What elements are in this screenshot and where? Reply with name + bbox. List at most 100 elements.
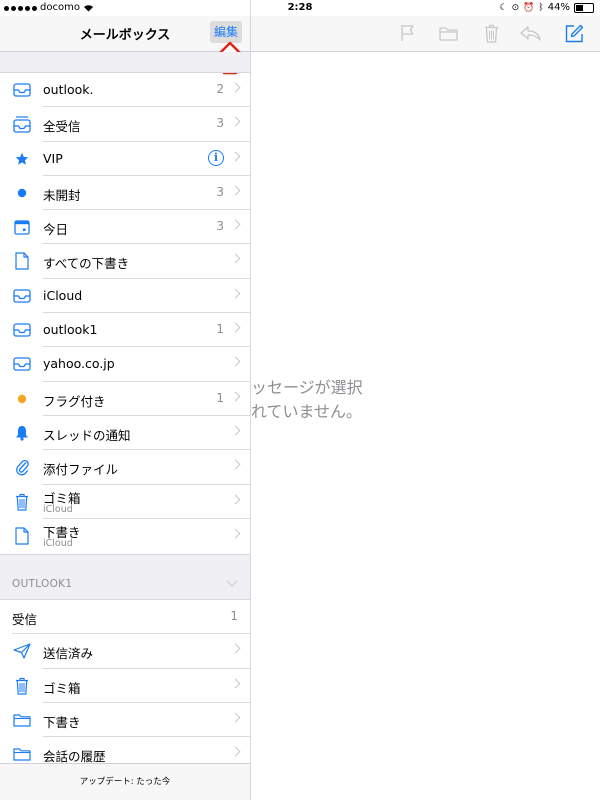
- mailbox-row-all-inboxes[interactable]: 全受信 3: [0, 107, 250, 142]
- chevron-right-icon: [230, 528, 241, 539]
- mailbox-label: outlook1: [43, 322, 98, 338]
- section-title: OUTLOOK1: [12, 578, 73, 590]
- trash-icon: [12, 677, 32, 695]
- mailbox-label: フラグ付き: [43, 393, 106, 409]
- compose-button[interactable]: [563, 22, 585, 44]
- chevron-right-icon: [230, 678, 241, 689]
- trash-button[interactable]: [480, 22, 502, 44]
- chevron-right-icon: [230, 459, 241, 470]
- mailbox-label: iCloud: [43, 287, 83, 303]
- paper-plane-icon: [12, 642, 32, 660]
- mailbox-label: 今日: [43, 222, 69, 238]
- chevron-right-icon: [230, 322, 241, 333]
- chevron-right-icon: [230, 82, 241, 93]
- folder-row-sent[interactable]: 送信済み: [0, 634, 250, 669]
- folder-label: 送信済み: [43, 646, 94, 662]
- document-icon: [12, 527, 32, 545]
- trash-icon: [484, 24, 498, 43]
- mailbox-label: スレッドの通知: [43, 427, 131, 443]
- folder-count: 1: [230, 609, 238, 623]
- star-icon: [12, 150, 32, 168]
- battery-percent: 44%: [547, 2, 570, 13]
- mailbox-label: 未開封: [43, 187, 81, 203]
- mailbox-sidebar: メールボックス 編集 outlook. 2 全受信 3 VIP i 未開封 3 …: [0, 0, 251, 800]
- mailbox-count: 3: [216, 184, 224, 199]
- unread-dot-icon: [12, 184, 32, 202]
- mailbox-row-outlook[interactable]: outlook. 2: [0, 73, 250, 108]
- status-bar: docomo 2:28 ☾ ⊙ ⏰ ᛒ 44%: [0, 0, 600, 16]
- message-toolbar: [251, 16, 600, 52]
- sidebar-nav-bar: メールボックス 編集: [0, 16, 250, 52]
- info-icon[interactable]: i: [208, 149, 224, 166]
- no-message-selected-text: ッセージが選択 れていません。: [251, 376, 411, 424]
- orientation-lock-icon: ⊙: [511, 3, 520, 13]
- empty-message-line-2: れていません。: [251, 402, 363, 421]
- mailbox-label: 全受信: [43, 119, 81, 135]
- mailbox-row-outlook1[interactable]: outlook1 1: [0, 313, 250, 348]
- mailbox-label: outlook.: [43, 82, 94, 97]
- mailbox-row-today[interactable]: 今日 3: [0, 210, 250, 245]
- mailbox-row-flagged[interactable]: フラグ付き 1: [0, 382, 250, 416]
- reply-icon: [520, 26, 541, 41]
- mailbox-row-vip[interactable]: VIP i: [0, 142, 250, 176]
- status-right: ☾ ⊙ ⏰ ᛒ 44%: [500, 0, 594, 16]
- top-spacer: [0, 52, 250, 73]
- mailbox-row-icloud[interactable]: iCloud: [0, 279, 250, 314]
- mailbox-label: すべての下書き: [43, 256, 130, 272]
- chevron-right-icon: [230, 494, 241, 505]
- chevron-right-icon: [230, 185, 241, 196]
- moon-icon: ☾: [499, 3, 508, 13]
- folder-icon: [12, 745, 32, 763]
- compose-icon: [565, 24, 583, 42]
- inbox-icon: [12, 321, 32, 339]
- mailbox-label: yahoo.co.jp: [43, 356, 115, 372]
- mailbox-row-trash-icloud[interactable]: ゴミ箱 iCloud: [0, 485, 250, 519]
- mailbox-row-yahoo[interactable]: yahoo.co.jp: [0, 347, 250, 382]
- chevron-right-icon: [230, 356, 241, 367]
- reply-button[interactable]: [519, 22, 541, 44]
- mailbox-count: 1: [216, 322, 224, 337]
- mailbox-label: 添付ファイル: [43, 462, 119, 478]
- mailbox-row-all-drafts[interactable]: すべての下書き: [0, 244, 250, 279]
- mailbox-row-drafts-icloud[interactable]: 下書き iCloud: [0, 519, 250, 553]
- chevron-right-icon: [230, 288, 241, 299]
- mailbox-count: 1: [216, 390, 224, 405]
- empty-message-line-1: ッセージが選択: [251, 378, 363, 397]
- mailbox-label: VIP: [43, 150, 63, 166]
- alarm-icon: ⏰: [523, 3, 535, 13]
- move-to-folder-button[interactable]: [437, 22, 459, 44]
- folder-label: 下書き: [43, 714, 81, 730]
- calendar-icon: [12, 218, 32, 236]
- folder-row-inbox[interactable]: 受信 1: [0, 600, 250, 635]
- account-section-header[interactable]: OUTLOOK1: [0, 554, 250, 600]
- document-icon: [12, 252, 32, 271]
- mailbox-count: 3: [216, 219, 224, 234]
- flag-button[interactable]: [397, 22, 419, 44]
- bluetooth-icon: ᛒ: [538, 3, 544, 13]
- chevron-right-icon: [230, 425, 241, 436]
- chevron-down-icon[interactable]: [226, 575, 238, 587]
- folder-row-drafts[interactable]: 下書き: [0, 703, 250, 738]
- inbox-icon: [12, 287, 32, 305]
- chevron-right-icon: [230, 254, 241, 264]
- edit-button[interactable]: 編集: [210, 21, 242, 43]
- chevron-right-icon: [230, 391, 241, 402]
- mailbox-count: 3: [216, 116, 224, 131]
- mailbox-row-thread-notifications[interactable]: スレッドの通知: [0, 416, 250, 451]
- folder-icon: [12, 711, 32, 729]
- mailbox-account-label: iCloud: [43, 503, 73, 515]
- trash-icon: [12, 493, 32, 511]
- folder-row-trash[interactable]: ゴミ箱: [0, 669, 250, 703]
- battery-icon: [574, 3, 594, 13]
- folder-icon: [438, 26, 458, 41]
- account-folder-list: 受信 1 送信済み ゴミ箱 下書き 会話の履歴: [0, 600, 250, 771]
- chevron-right-icon: [230, 712, 241, 723]
- chevron-right-icon: [230, 116, 241, 127]
- mailbox-count: 2: [216, 82, 224, 96]
- inbox-icon: [12, 81, 32, 99]
- folder-label: ゴミ箱: [43, 680, 81, 696]
- chevron-right-icon: [230, 643, 241, 654]
- mailbox-row-unread[interactable]: 未開封 3: [0, 176, 250, 211]
- mailbox-row-attachments[interactable]: 添付ファイル: [0, 450, 250, 485]
- mailbox-list: outlook. 2 全受信 3 VIP i 未開封 3 今日 3 すべての下書…: [0, 73, 250, 553]
